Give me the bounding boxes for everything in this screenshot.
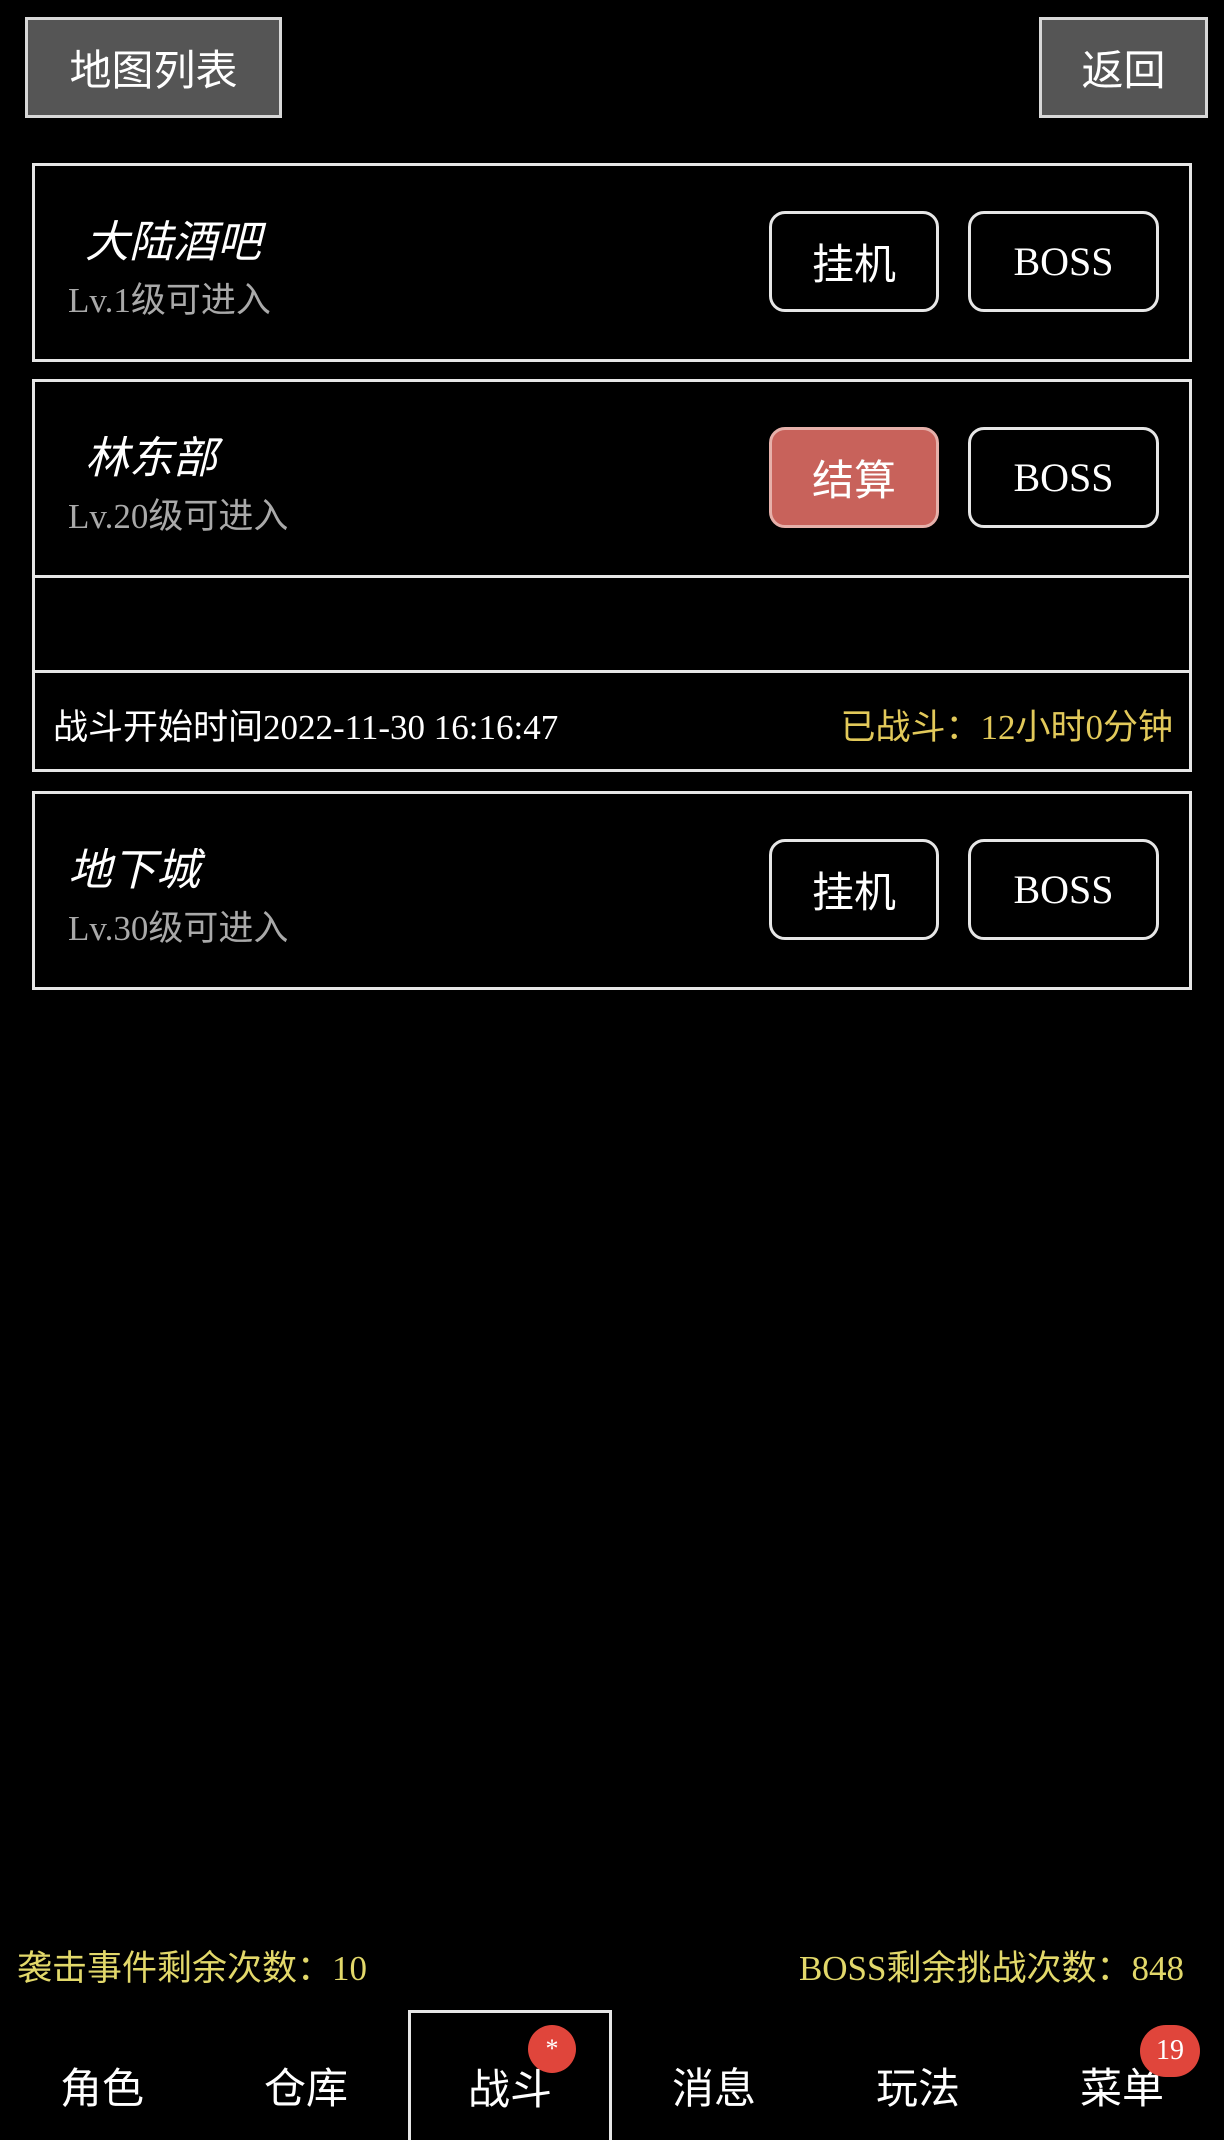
map-list-button[interactable]: 地图列表 (25, 17, 282, 118)
map-level-requirement: Lv.1级可进入 (68, 281, 271, 320)
map-card-3: 地下城 Lv.30级可进入 挂机 BOSS (32, 791, 1192, 990)
menu-notification-badge: 19 (1140, 2025, 1200, 2077)
tab-label: 仓库 (263, 2063, 348, 2113)
settle-button[interactable]: 结算 (769, 427, 939, 528)
map-name: 地下城 (68, 845, 200, 896)
battle-start-time: 战斗开始时间2022-11-30 16:16:47 (53, 708, 559, 747)
map-name: 林东部 (85, 433, 217, 484)
tab-gameplay[interactable]: 玩法 (816, 2010, 1020, 2140)
tab-messages[interactable]: 消息 (612, 2010, 816, 2140)
tab-label: 玩法 (875, 2063, 960, 2113)
map-row: 大陆酒吧 Lv.1级可进入 挂机 BOSS (35, 166, 1189, 359)
tab-label: 角色 (59, 2063, 144, 2113)
boss-button[interactable]: BOSS (968, 211, 1159, 312)
tab-character[interactable]: 角色 (0, 2010, 204, 2140)
divider-section (35, 575, 1189, 670)
bottom-tab-bar: 角色 仓库 战斗 消息 玩法 菜单 * 19 (0, 2010, 1224, 2140)
tab-battle[interactable]: 战斗 (408, 2010, 612, 2140)
idle-button[interactable]: 挂机 (769, 839, 939, 940)
map-card-1: 大陆酒吧 Lv.1级可进入 挂机 BOSS (32, 163, 1192, 362)
battle-notification-badge: * (528, 2025, 576, 2073)
battle-elapsed-time: 已战斗：12小时0分钟 (840, 708, 1173, 747)
boss-button[interactable]: BOSS (968, 839, 1159, 940)
tab-label: 消息 (671, 2063, 756, 2113)
map-row: 地下城 Lv.30级可进入 挂机 BOSS (35, 794, 1189, 987)
tab-warehouse[interactable]: 仓库 (204, 2010, 408, 2140)
boss-button[interactable]: BOSS (968, 427, 1159, 528)
map-name: 大陆酒吧 (85, 217, 261, 268)
raid-remaining-count: 袭击事件剩余次数：10 (17, 1949, 368, 1988)
map-level-requirement: Lv.30级可进入 (68, 909, 289, 948)
map-level-requirement: Lv.20级可进入 (68, 497, 289, 536)
map-row: 林东部 Lv.20级可进入 结算 BOSS (35, 382, 1189, 575)
map-card-2: 林东部 Lv.20级可进入 结算 BOSS 战斗开始时间2022-11-30 1… (32, 379, 1192, 772)
battle-info-row: 战斗开始时间2022-11-30 16:16:47 已战斗：12小时0分钟 (35, 670, 1189, 769)
boss-remaining-count: BOSS剩余挑战次数：848 (798, 1949, 1184, 1988)
idle-button[interactable]: 挂机 (769, 211, 939, 312)
back-button[interactable]: 返回 (1039, 17, 1208, 118)
tab-menu[interactable]: 菜单 (1020, 2010, 1224, 2140)
